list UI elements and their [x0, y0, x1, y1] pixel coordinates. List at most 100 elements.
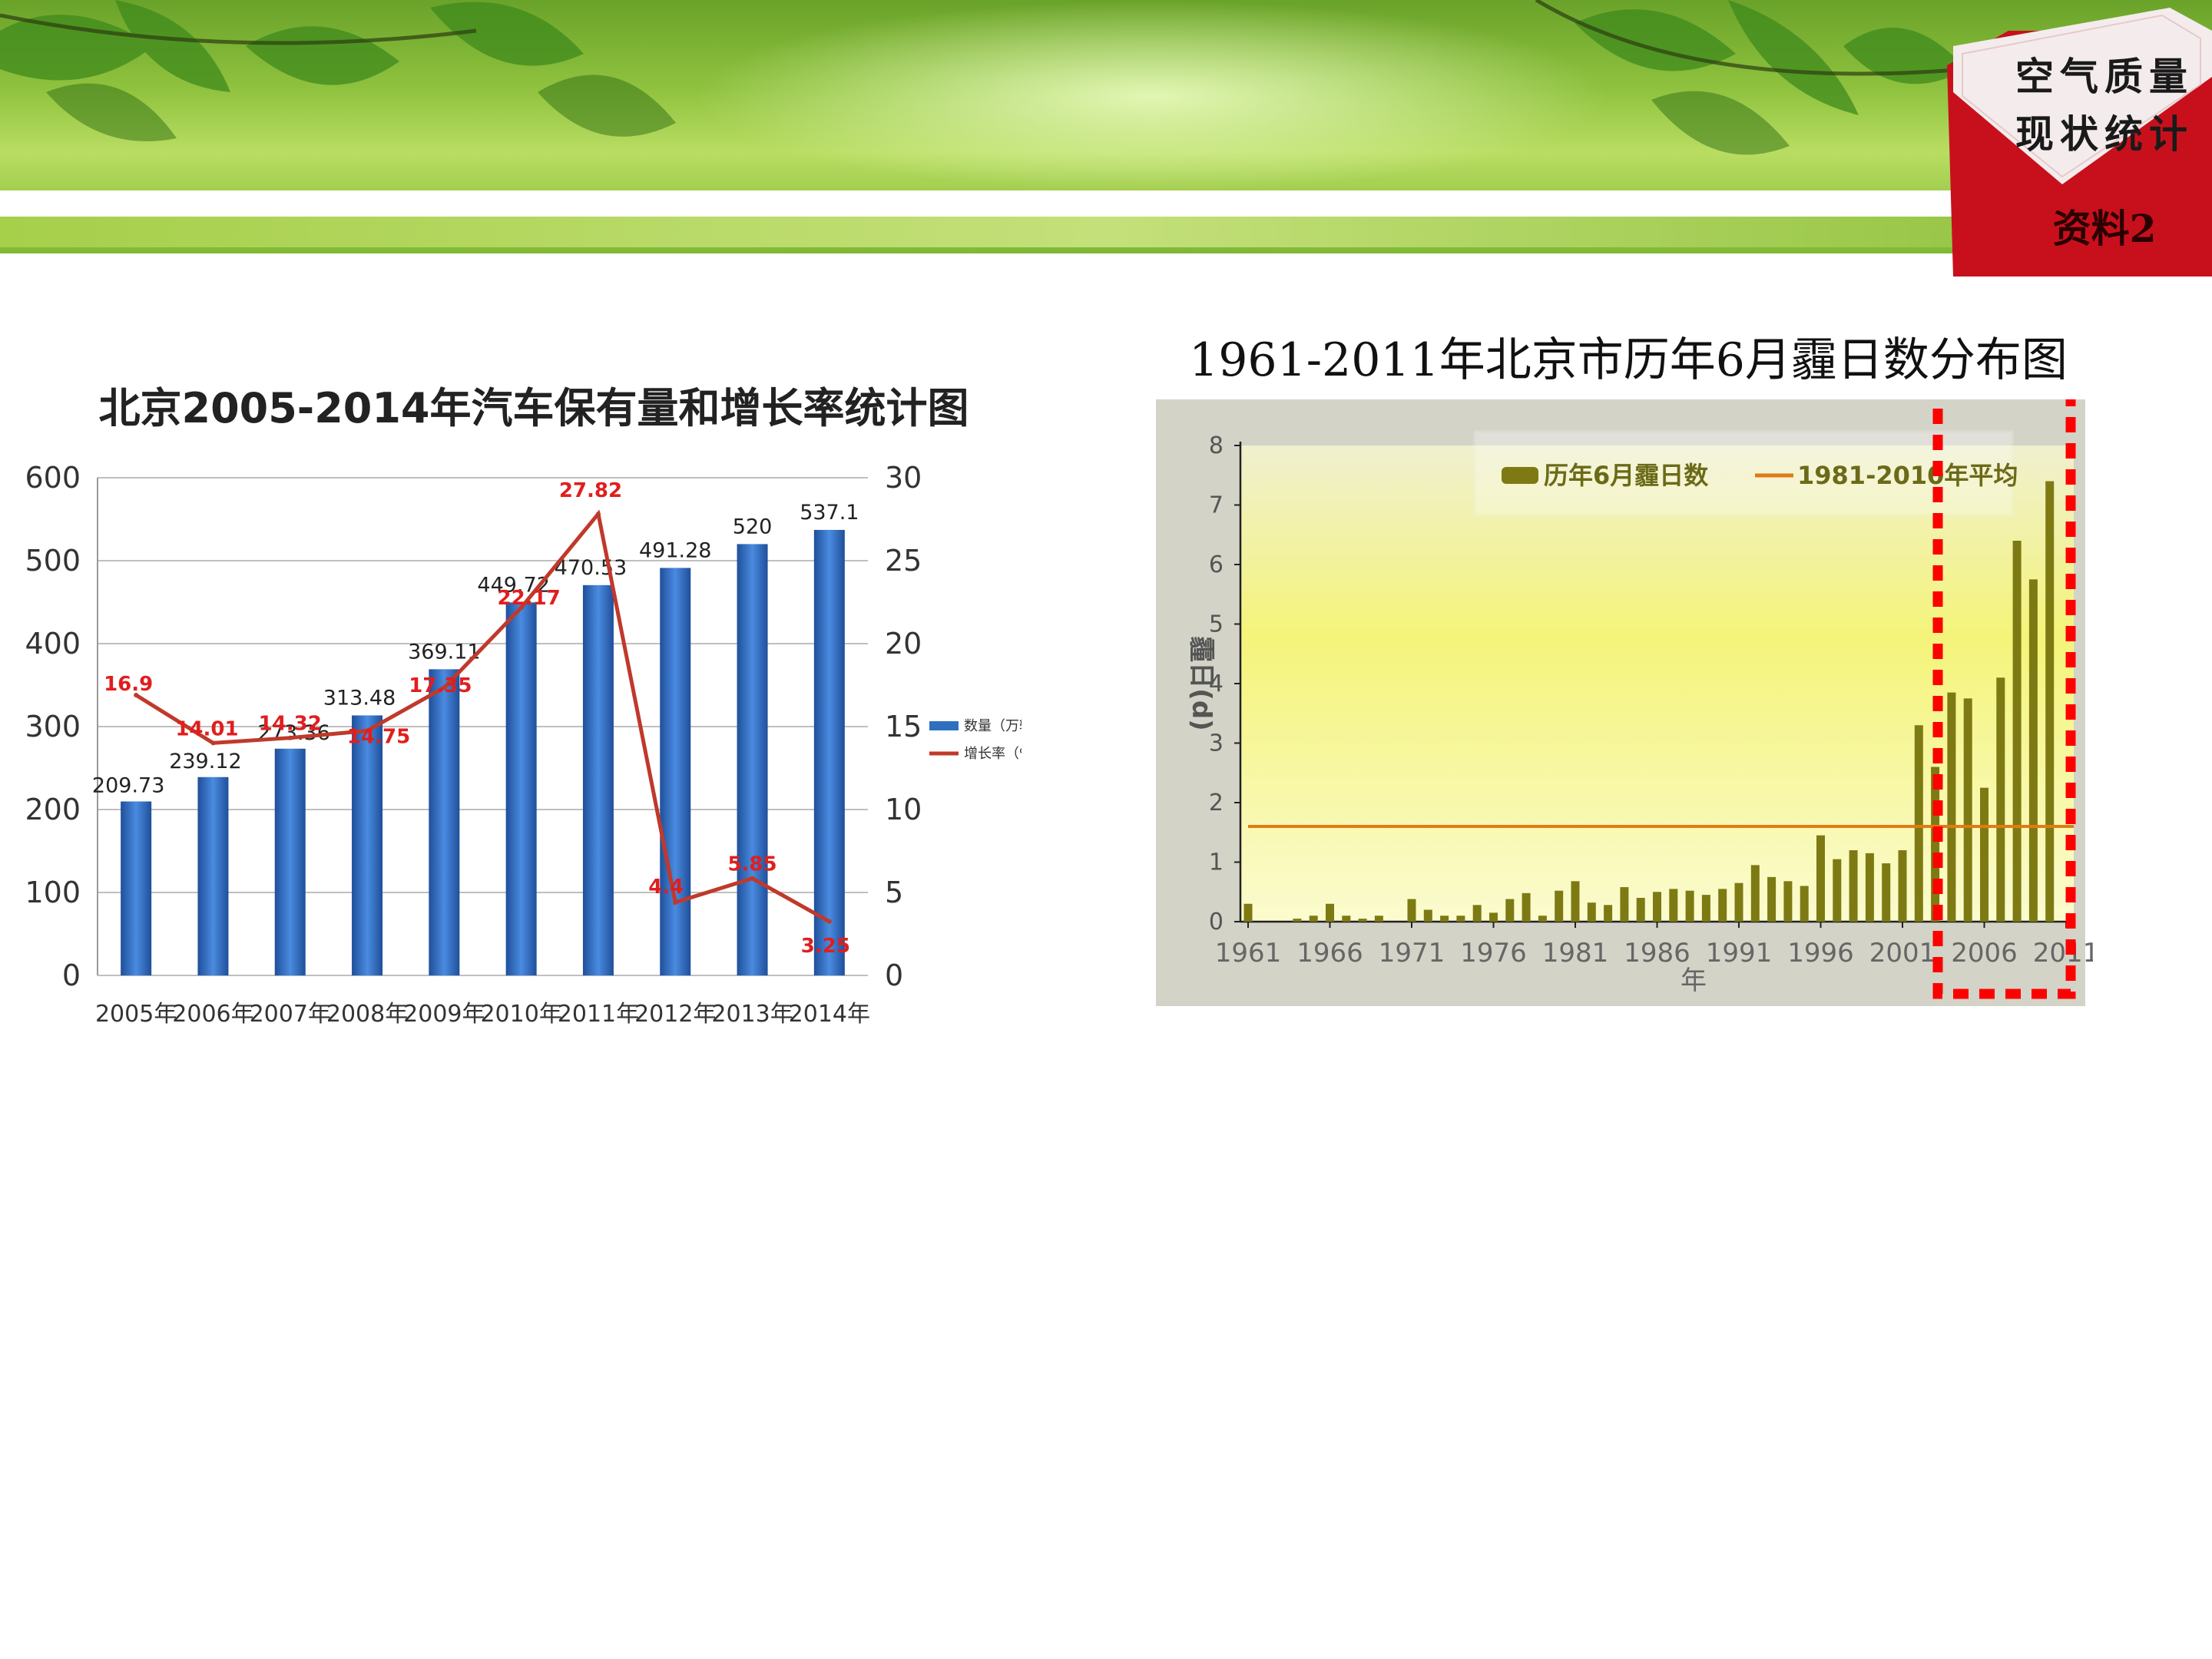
vehicle-value-label: 520: [733, 515, 773, 538]
x-tick-label: 1976: [1460, 938, 1527, 969]
banner-stripe-white: [0, 190, 2212, 217]
haze-bar: [1326, 903, 1334, 922]
y-tick-label: 1: [1209, 849, 1224, 876]
haze-bar: [1342, 916, 1351, 922]
haze-bar: [1669, 889, 1678, 922]
vehicle-bar: [660, 568, 691, 975]
haze-bar: [1505, 899, 1515, 922]
haze-bar: [1653, 892, 1661, 922]
vehicle-value-label: 209.73: [92, 773, 164, 797]
haze-bar: [1701, 895, 1710, 922]
vehicle-value-label: 239.12: [169, 750, 241, 773]
haze-bar: [1947, 692, 1956, 922]
haze-bar: [1555, 890, 1564, 922]
x-tick-label: 2010年: [480, 1001, 561, 1028]
growth-value-label: 3.25: [801, 935, 850, 958]
y-left-tick-label: 200: [25, 793, 81, 826]
y-axis-title: 霾日(d): [1186, 636, 1217, 730]
y-tick-label: 6: [1209, 551, 1224, 578]
legend-label-bar: 历年6月霾日数: [1544, 461, 1709, 490]
haze-bar: [1865, 853, 1874, 922]
y-right-tick-label: 20: [885, 627, 922, 661]
y-tick-label: 8: [1209, 432, 1224, 459]
growth-value-label: 14.32: [259, 713, 322, 736]
vehicle-bar: [121, 801, 152, 975]
x-tick-label: 2005年: [95, 1001, 177, 1028]
haze-bar: [1685, 890, 1694, 922]
haze-bar: [1309, 916, 1318, 922]
haze-bar: [1882, 863, 1891, 922]
haze-bar: [1604, 905, 1613, 922]
y-tick-label: 5: [1209, 611, 1224, 638]
haze-bar: [1358, 919, 1367, 922]
y-left-tick-label: 0: [62, 959, 81, 992]
growth-point: [210, 740, 216, 746]
growth-value-label: 17.35: [409, 674, 472, 697]
haze-bar: [1800, 886, 1809, 922]
haze-bar: [1472, 905, 1482, 922]
y-right-tick-label: 10: [885, 793, 922, 826]
chart1-title: 北京2005-2014年汽车保有量和增长率统计图: [98, 384, 969, 432]
haze-bar: [2045, 481, 2055, 922]
haze-bar: [1440, 916, 1449, 922]
y-right-tick-label: 0: [885, 959, 903, 992]
vehicle-value-label: 313.48: [323, 686, 396, 710]
growth-point: [595, 512, 601, 517]
x-tick-label: 2001: [1869, 938, 1936, 969]
haze-bar: [1620, 887, 1629, 922]
growth-point: [750, 876, 755, 881]
x-tick-label: 1996: [1787, 938, 1854, 969]
vehicle-bar: [197, 777, 229, 975]
y-tick-label: 7: [1209, 492, 1224, 519]
y-tick-label: 0: [1209, 909, 1224, 935]
leaves-decoration: [0, 0, 1967, 155]
x-tick-label: 2006: [1951, 938, 2018, 969]
y-right-tick-label: 25: [885, 544, 922, 578]
vehicle-bar: [737, 544, 768, 975]
haze-bar: [1636, 898, 1645, 922]
y-left-tick-label: 100: [25, 876, 81, 909]
haze-bar: [1963, 698, 1972, 922]
legend-label-bar: 数量（万辆）: [964, 718, 1022, 734]
haze-bar: [1538, 916, 1547, 922]
x-tick-label: 1971: [1379, 938, 1445, 969]
x-tick-label: 2013年: [711, 1001, 793, 1028]
growth-point: [287, 735, 293, 740]
growth-point: [826, 919, 832, 924]
y-left-tick-label: 600: [25, 461, 81, 495]
legend-swatch-bar: [1502, 467, 1538, 484]
haze-bar: [1849, 850, 1858, 922]
haze-bar: [1571, 881, 1580, 922]
haze-bar: [1750, 865, 1760, 922]
growth-point: [673, 899, 678, 905]
y-right-tick-label: 5: [885, 876, 903, 909]
haze-bar: [2012, 541, 2022, 922]
vehicle-bar: [813, 529, 845, 975]
haze-bar: [1456, 916, 1465, 922]
vehicle-chart: 0 100 200 300 400 500 600 0 5 10 15 20 25 30 2005年2006…: [25, 461, 1022, 1028]
haze-bar: [1423, 909, 1432, 922]
x-tick-label: 2012年: [634, 1001, 716, 1028]
growth-value-label: 4.4: [648, 876, 684, 899]
legend-label-line: 增长率（%）: [964, 746, 1022, 762]
x-tick-label: 2014年: [789, 1001, 870, 1028]
haze-bar: [1783, 881, 1793, 922]
vehicle-value-label: 470.53: [555, 556, 627, 580]
x-tick-label: 1966: [1296, 938, 1363, 969]
x-tick-label: 2006年: [172, 1001, 253, 1028]
x-tick-label: 2007年: [250, 1001, 331, 1028]
y-left-tick-label: 400: [25, 627, 81, 661]
x-tick-label: 1991: [1706, 938, 1773, 969]
badge-line3: 资料2: [2052, 206, 2157, 251]
y-left-tick-label: 500: [25, 544, 81, 578]
x-tick-label: 2008年: [326, 1001, 408, 1028]
haze-bar: [1522, 892, 1531, 922]
haze-bar: [1734, 882, 1743, 922]
vehicle-bar: [429, 669, 460, 975]
growth-value-label: 27.82: [559, 479, 622, 502]
haze-bar: [1489, 912, 1498, 922]
haze-bar: [1931, 767, 1940, 922]
x-tick-label: 2009年: [403, 1001, 485, 1028]
growth-value-label: 14.75: [347, 725, 410, 748]
vehicle-value-label: 537.1: [800, 501, 859, 525]
